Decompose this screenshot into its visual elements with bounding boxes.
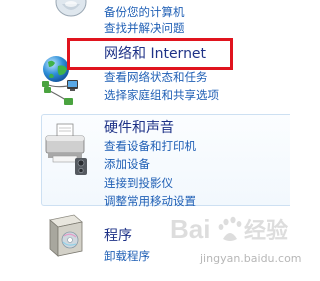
baidu-watermark-logo: Bai 经验 — [168, 212, 288, 246]
backup-computer-link[interactable]: 备份您的计算机 — [104, 5, 185, 20]
uninstall-program-link[interactable]: 卸载程序 — [104, 249, 150, 264]
svg-text:Bai: Bai — [170, 214, 210, 244]
view-devices-printers-link[interactable]: 查看设备和打印机 — [104, 139, 196, 154]
hardware-sound-title[interactable]: 硬件和声音 — [104, 119, 174, 137]
svg-text:经验: 经验 — [244, 218, 288, 244]
add-device-link[interactable]: 添加设备 — [104, 157, 150, 172]
programs-title[interactable]: 程序 — [104, 227, 132, 245]
printer-icon[interactable] — [43, 120, 91, 178]
troubleshoot-link[interactable]: 查找并解决问题 — [104, 21, 185, 36]
connect-projector-link[interactable]: 连接到投影仪 — [104, 176, 173, 191]
watermark-site-text: jingyan.baidu.com — [200, 252, 302, 265]
mobility-settings-link[interactable]: 调整常用移动设置 — [104, 194, 196, 209]
programs-box-icon[interactable] — [46, 212, 86, 258]
view-network-status-link[interactable]: 查看网络状态和任务 — [104, 70, 208, 85]
homegroup-sharing-link[interactable]: 选择家庭组和共享选项 — [104, 88, 219, 103]
system-security-icon[interactable] — [54, 0, 88, 18]
highlight-annotation-box — [67, 38, 233, 70]
